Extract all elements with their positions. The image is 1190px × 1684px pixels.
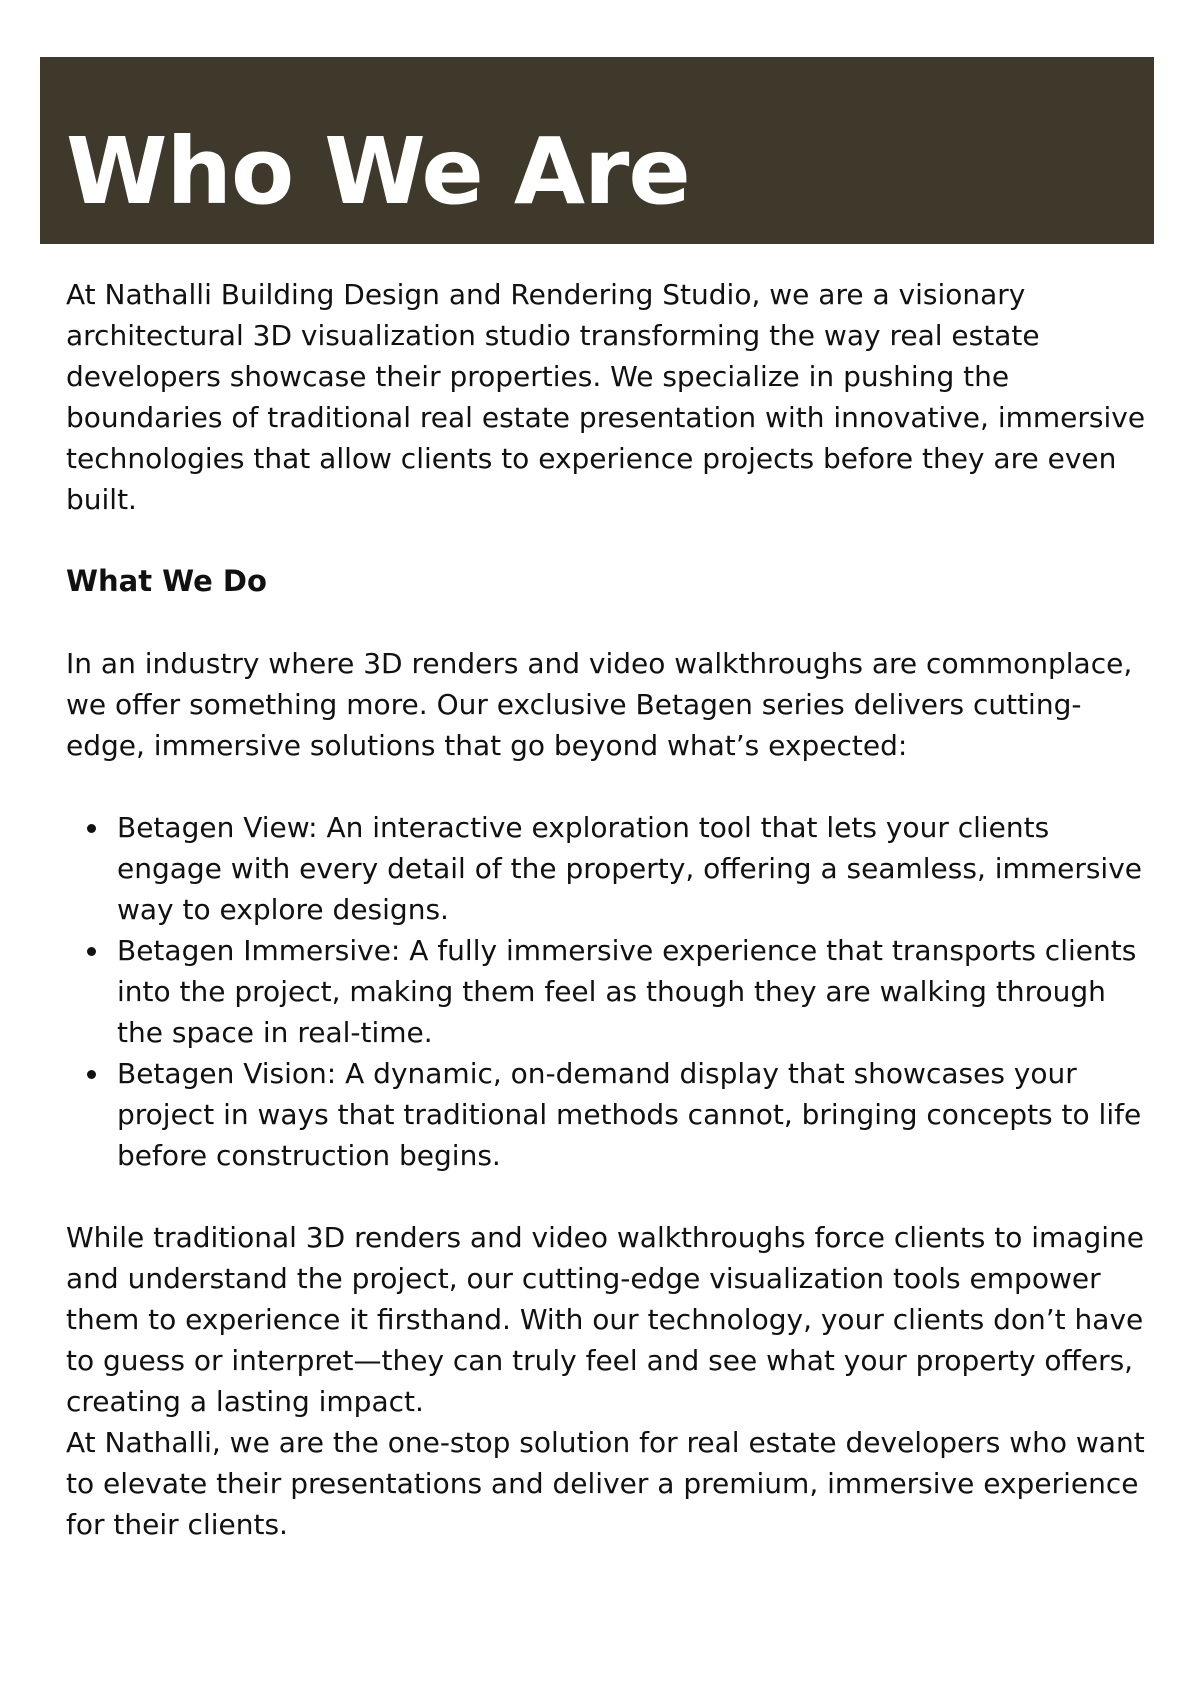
list-item: Betagen View: An interactive exploration… <box>66 807 1146 930</box>
content: At Nathalli Building Design and Renderin… <box>66 274 1146 1545</box>
bullet-icon <box>87 824 96 833</box>
betagen-list: Betagen View: An interactive exploration… <box>66 807 1146 1176</box>
title-banner: Who We Are <box>40 57 1154 244</box>
bullet-icon <box>87 1070 96 1079</box>
page: Who We Are At Nathalli Building Design a… <box>0 0 1190 1684</box>
closing-paragraph: While traditional 3D renders and video w… <box>66 1221 1144 1418</box>
section-heading: What We Do <box>66 564 267 598</box>
list-item-text: Betagen Vision: A dynamic, on-demand dis… <box>117 1057 1142 1172</box>
list-item-text: Betagen Immersive: A fully immersive exp… <box>117 934 1137 1049</box>
page-title: Who We Are <box>66 118 691 225</box>
final-paragraph: At Nathalli, we are the one-stop solutio… <box>66 1426 1145 1541</box>
lead-paragraph: In an industry where 3D renders and vide… <box>66 647 1133 762</box>
list-item-text: Betagen View: An interactive exploration… <box>117 811 1142 926</box>
intro-paragraph: At Nathalli Building Design and Renderin… <box>66 278 1146 516</box>
list-item: Betagen Immersive: A fully immersive exp… <box>66 930 1146 1053</box>
list-item: Betagen Vision: A dynamic, on-demand dis… <box>66 1053 1146 1176</box>
bullet-icon <box>87 947 96 956</box>
